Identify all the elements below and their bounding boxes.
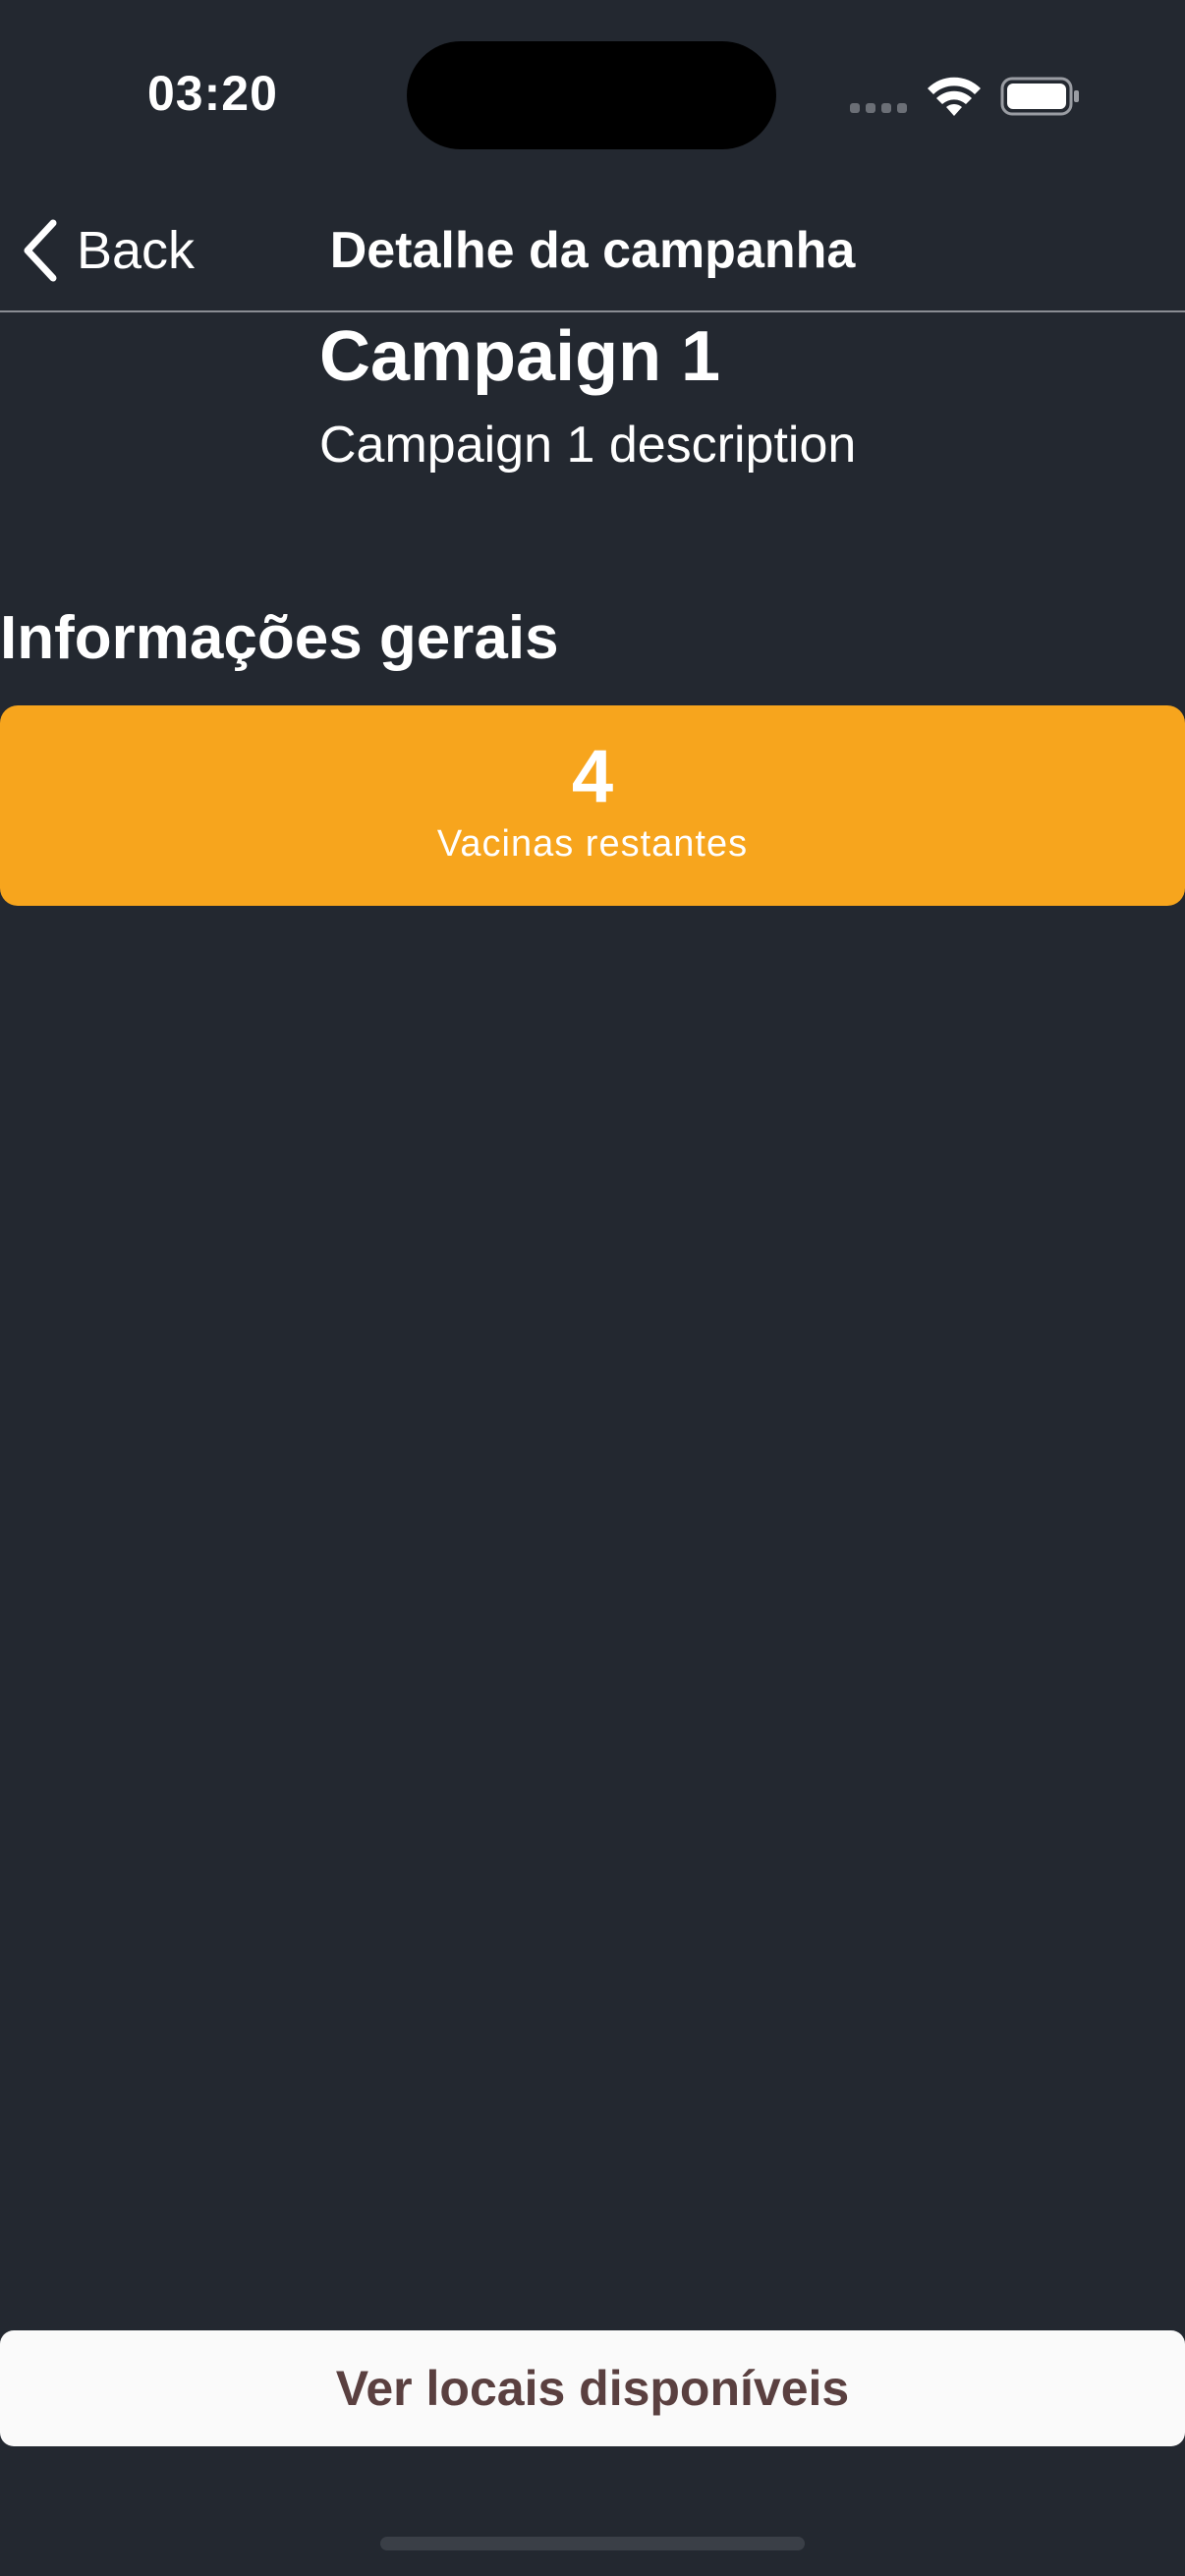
remaining-vaccines-card: 4 Vacinas restantes: [0, 705, 1185, 906]
remaining-vaccines-value: 4: [571, 735, 614, 818]
section-heading-general-info: Informações gerais: [0, 604, 559, 672]
home-indicator: [380, 2537, 805, 2550]
campaign-description: Campaign 1 description: [319, 417, 857, 474]
status-bar: 03:20: [0, 0, 1185, 187]
status-time: 03:20: [147, 66, 278, 121]
dynamic-island: [407, 41, 776, 149]
campaign-title: Campaign 1: [319, 317, 721, 396]
battery-icon: [1000, 77, 1079, 116]
navigation-bar: Back Detalhe da campanha: [0, 187, 1185, 312]
remaining-vaccines-label: Vacinas restantes: [436, 823, 749, 865]
signal-icon: [850, 103, 907, 113]
view-available-locations-button[interactable]: Ver locais disponíveis: [0, 2330, 1185, 2446]
page-title: Detalhe da campanha: [329, 222, 856, 279]
wifi-icon: [928, 77, 981, 116]
